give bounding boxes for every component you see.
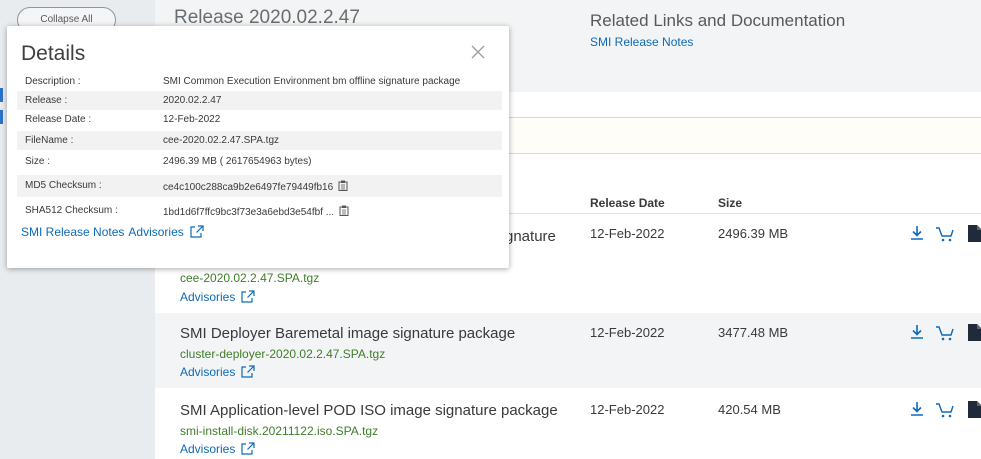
detail-row-md5: MD5 Checksum : ce4c100c288ca9b2e6497fe79… xyxy=(17,175,502,197)
smi-release-notes-link[interactable]: SMI Release Notes xyxy=(21,225,124,239)
copy-icon[interactable] xyxy=(338,180,348,191)
download-icon[interactable] xyxy=(907,223,927,243)
cart-icon[interactable] xyxy=(935,322,955,342)
size-cell: 2496.39 MB xyxy=(718,226,789,241)
product-filename[interactable]: cluster-deployer-2020.02.2.47.SPA.tgz xyxy=(180,347,385,361)
header-size: Size xyxy=(718,196,743,210)
details-links: SMI Release Notes Advisories xyxy=(21,225,208,239)
advisories-link[interactable]: Advisories xyxy=(180,442,255,456)
detail-row-description: Description : SMI Common Execution Envir… xyxy=(25,76,461,87)
advisories-link[interactable]: Advisories xyxy=(128,225,204,239)
sidebar-tick xyxy=(0,88,3,102)
smi-release-notes-link[interactable]: SMI Release Notes xyxy=(590,35,693,49)
related-links-title: Related Links and Documentation xyxy=(590,11,846,30)
table-row: SMI Deployer Baremetal image signature p… xyxy=(155,313,981,388)
close-icon[interactable] xyxy=(468,42,488,62)
external-link-icon xyxy=(241,442,255,455)
detail-row-sha512: SHA512 Checksum : 1bd1d6f7ffc9bc3f73e3a6… xyxy=(17,200,502,222)
copy-icon[interactable] xyxy=(339,205,349,216)
product-filename[interactable]: cee-2020.02.2.47.SPA.tgz xyxy=(180,271,319,285)
product-filename[interactable]: smi-install-disk.20211122.iso.SPA.tgz xyxy=(180,424,378,438)
product-name[interactable]: SMI Deployer Baremetal image signature p… xyxy=(180,325,515,342)
details-popup: Details Description : SMI Common Executi… xyxy=(7,26,509,268)
document-icon[interactable] xyxy=(965,322,981,342)
detail-row-release-date: Release Date : 12-Feb-2022 xyxy=(25,114,221,125)
external-link-icon xyxy=(241,290,255,303)
cart-icon[interactable] xyxy=(935,399,955,419)
header-release-date: Release Date xyxy=(590,196,665,210)
download-icon[interactable] xyxy=(907,322,927,342)
product-name[interactable]: SMI Application-level POD ISO image sign… xyxy=(180,402,558,419)
details-title: Details xyxy=(21,42,86,65)
table-row: SMI Application-level POD ISO image sign… xyxy=(155,390,981,459)
detail-row-filename: FileName : cee-2020.02.2.47.SPA.tgz xyxy=(17,131,502,150)
release-date-cell: 12-Feb-2022 xyxy=(590,226,665,241)
release-date-cell: 12-Feb-2022 xyxy=(590,325,665,340)
document-icon[interactable] xyxy=(965,223,981,243)
advisories-link[interactable]: Advisories xyxy=(180,365,255,379)
document-icon[interactable] xyxy=(965,399,981,419)
detail-row-size: Size : 2496.39 MB ( 2617654963 bytes) xyxy=(25,156,312,167)
release-date-cell: 12-Feb-2022 xyxy=(590,402,665,417)
external-link-icon xyxy=(190,225,204,238)
product-name-tail[interactable]: gnature xyxy=(505,228,556,245)
size-cell: 420.54 MB xyxy=(718,402,781,417)
cart-icon[interactable] xyxy=(935,223,955,243)
detail-row-release: Release : 2020.02.2.47 xyxy=(17,91,502,110)
external-link-icon xyxy=(241,365,255,378)
advisories-link[interactable]: Advisories xyxy=(180,290,255,304)
sidebar-tick xyxy=(0,110,3,124)
size-cell: 3477.48 MB xyxy=(718,325,789,340)
download-icon[interactable] xyxy=(907,399,927,419)
